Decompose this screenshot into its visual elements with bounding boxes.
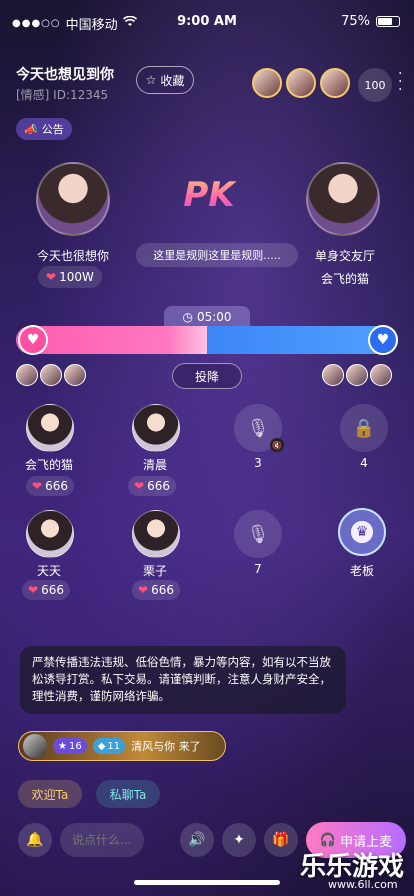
megaphone-icon: 📣 [24, 122, 38, 136]
join-message: 清风与你 来了 [131, 740, 201, 753]
mic-icon: 🎙 [246, 523, 270, 545]
seat-2-score-value: 666 [147, 479, 170, 493]
level-badge: ★ 16 [53, 738, 87, 754]
heart-icon: ❤ [138, 583, 149, 597]
heart-icon: ❤ [28, 583, 39, 597]
speaker-icon[interactable]: 🔊 [180, 823, 214, 857]
pk-left-name: 今天也很想你 [36, 249, 109, 263]
avatar[interactable] [286, 68, 316, 98]
room-title: 今天也想见到你 [16, 67, 114, 83]
pk-left-score: ❤ 100W [38, 266, 102, 288]
boss-seat-label: 老板 [349, 564, 374, 578]
heart-icon: ♥ [18, 325, 48, 355]
heart-icon: ❤ [134, 479, 145, 493]
seat-1-avatar[interactable] [26, 404, 74, 452]
battery-icon [376, 16, 400, 27]
bell-icon[interactable]: 🔔 [18, 823, 52, 857]
avatar[interactable] [320, 68, 350, 98]
heart-icon: ♥ [368, 325, 398, 355]
seat-1-score-value: 666 [45, 479, 68, 493]
welcome-button[interactable]: 欢迎Ta [18, 780, 82, 808]
seat-4-label: 4 [360, 456, 368, 470]
vip-badge: ◆ 11 [92, 738, 126, 754]
seat-1-name: 会飞的猫 [24, 458, 73, 472]
private-chat-button[interactable]: 私聊Ta [96, 780, 160, 808]
avatar [23, 734, 47, 758]
seat-2-avatar[interactable] [132, 404, 180, 452]
gift-icon[interactable]: 🎁 [264, 823, 298, 857]
chat-input[interactable] [60, 823, 144, 857]
mic-icon: 🎙 [246, 417, 270, 439]
avatar[interactable] [252, 68, 282, 98]
avatar[interactable] [346, 364, 368, 386]
pk-left-avatar[interactable] [36, 162, 110, 236]
pk-right-room-name: 单身交友厅 [314, 249, 375, 263]
seat-4-locked[interactable]: 🔒 [340, 404, 388, 452]
pk-right-supporters [322, 364, 392, 386]
pk-right-owner: 会飞的猫 [320, 272, 369, 286]
collect-button[interactable]: ☆ 收藏 [136, 66, 194, 94]
room-id: [情感] ID:12345 [16, 88, 109, 102]
vip-badge-value: 11 [107, 740, 121, 752]
seat-3-label: 3 [254, 456, 262, 470]
boss-seat[interactable]: ♛ [338, 508, 386, 556]
seat-6-avatar[interactable] [132, 510, 180, 558]
user-join-banner: ★ 16 ◆ 11 清风与你 来了 [18, 731, 226, 761]
viewer-count-button[interactable]: 100 [358, 68, 392, 102]
notice-label: 公告 [41, 123, 64, 136]
collect-label: 收藏 [160, 73, 185, 88]
watermark-url: www.6ll.com [328, 878, 398, 891]
battery-percent: 75% [341, 14, 370, 29]
level-badge-value: 16 [68, 740, 82, 752]
avatar[interactable] [370, 364, 392, 386]
seat-5-score-value: 666 [41, 583, 64, 597]
pk-progress-bar [16, 326, 398, 354]
pk-left-score-value: 100W [59, 270, 94, 284]
pk-rule-text[interactable]: 这里是规则这里是规则..... [136, 243, 298, 267]
notice-button[interactable]: 📣 公告 [16, 118, 72, 140]
pk-right-avatar[interactable] [306, 162, 380, 236]
timer-value: 05:00 [196, 310, 232, 324]
avatar[interactable] [16, 364, 38, 386]
pk-timer: ◷ 05:00 [164, 306, 250, 328]
seat-5-score: ❤ 666 [22, 580, 70, 600]
shield-icon: ◆ [97, 740, 106, 752]
heart-icon: ❤ [46, 270, 57, 284]
seat-5-avatar[interactable] [26, 510, 74, 558]
avatar[interactable] [64, 364, 86, 386]
seat-7-label: 7 [254, 562, 262, 576]
clock-icon: ◷ [182, 310, 193, 324]
grid-menu-icon[interactable]: ✦ [222, 823, 256, 857]
seat-2-name: 清晨 [142, 458, 167, 472]
more-icon[interactable]: · · · [398, 67, 402, 97]
seat-6-score-value: 666 [151, 583, 174, 597]
seat-6-name: 栗子 [142, 564, 167, 578]
mute-icon: 🔇 [270, 438, 284, 452]
avatar[interactable] [322, 364, 344, 386]
top-viewers [252, 68, 350, 98]
star-icon: ★ [58, 740, 67, 752]
lock-icon: 🔒 [352, 417, 376, 439]
pk-logo: PK [178, 168, 240, 222]
seat-7-mic[interactable]: 🎙 [234, 510, 282, 558]
heart-icon: ❤ [32, 479, 43, 493]
seat-5-name: 天天 [36, 564, 61, 578]
status-bar: ●●●○○ 中国移动 9:00 AM 75% [0, 0, 414, 44]
seat-1-score: ❤ 666 [26, 476, 74, 496]
seat-2-score: ❤ 666 [128, 476, 176, 496]
pk-left-supporters [16, 364, 86, 386]
home-indicator [134, 880, 280, 885]
avatar[interactable] [40, 364, 62, 386]
seat-6-score: ❤ 666 [132, 580, 180, 600]
surrender-button[interactable]: 投降 [172, 363, 242, 389]
safety-warning: 严禁传播违法违规、低俗色情，暴力等内容，如有以不当放松诱导打赏。私下交易。请谨慎… [20, 646, 346, 714]
crown-icon: ♛ [355, 524, 369, 540]
star-icon: ☆ [145, 73, 157, 87]
